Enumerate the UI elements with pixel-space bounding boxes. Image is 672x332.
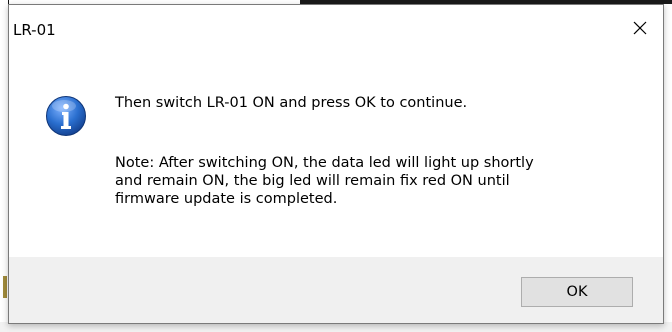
ok-button[interactable]: OK — [521, 277, 633, 307]
background-window-edge — [663, 0, 672, 332]
dialog-content: Then switch LR-01 ON and press OK to con… — [9, 51, 663, 257]
close-icon — [633, 21, 647, 35]
message-dialog: LR-01 Then switch LR-01 ON and press OK … — [8, 4, 664, 324]
background-window-edge — [3, 276, 7, 298]
dialog-titlebar[interactable]: LR-01 — [9, 5, 663, 51]
note-line: firmware update is completed. — [115, 191, 338, 207]
dialog-note: Note: After switching ON, the data led w… — [115, 154, 655, 208]
note-line: Note: After switching ON, the data led w… — [115, 155, 534, 171]
information-icon — [46, 96, 86, 136]
screen: LR-01 Then switch LR-01 ON and press OK … — [0, 0, 672, 332]
note-line: and remain ON, the big led will remain f… — [115, 173, 510, 189]
dialog-title: LR-01 — [13, 21, 56, 39]
close-button[interactable] — [623, 13, 657, 43]
dialog-message: Then switch LR-01 ON and press OK to con… — [115, 95, 468, 111]
dialog-footer: OK — [9, 257, 663, 323]
